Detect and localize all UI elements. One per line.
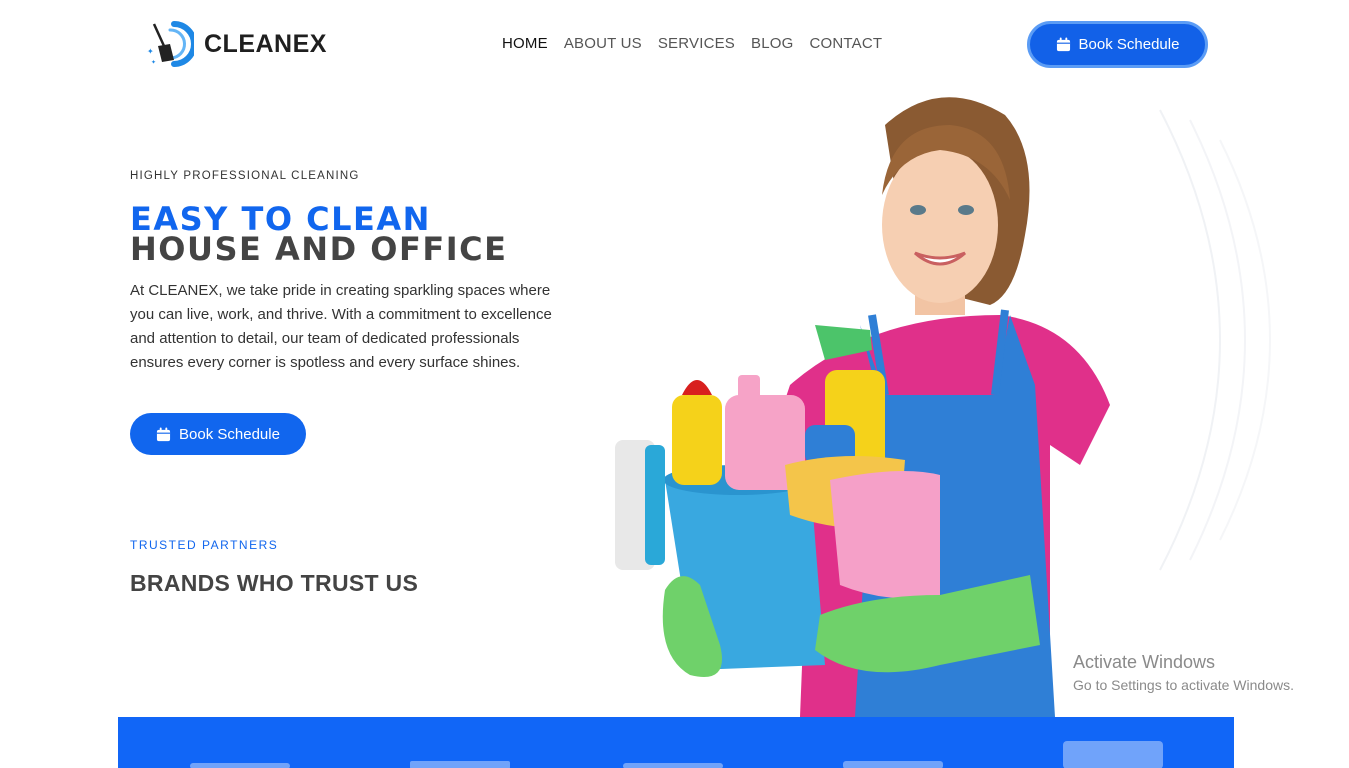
brand-logo-5 xyxy=(1063,741,1163,768)
nav-about-us[interactable]: ABOUT US xyxy=(564,35,642,52)
header-book-schedule-label: Book Schedule xyxy=(1078,36,1180,53)
svg-text:✦: ✦ xyxy=(151,59,156,66)
svg-text:✦: ✦ xyxy=(147,47,154,56)
brand-logo-1 xyxy=(190,763,290,768)
cleaning-woman-image xyxy=(615,97,1110,717)
partners-title: BRANDS WHO TRUST US xyxy=(130,570,419,596)
activate-windows-watermark: Activate Windows Go to Settings to activ… xyxy=(1073,652,1294,693)
nav-services[interactable]: SERVICES xyxy=(658,35,735,52)
calendar-icon xyxy=(1056,37,1071,52)
brand-logos-strip xyxy=(118,717,1234,768)
hero-book-schedule-button[interactable]: Book Schedule xyxy=(130,413,306,455)
brand-logo-4 xyxy=(843,761,943,768)
hero-description: At CLEANEX, we take pride in creating sp… xyxy=(130,282,552,371)
broom-logo-icon: ✦ ✦ xyxy=(147,21,194,67)
site-logo[interactable]: ✦ ✦ CLEANEX xyxy=(144,20,327,68)
partners-eyebrow: TRUSTED PARTNERS xyxy=(130,538,279,552)
logo-wordmark: CLEANEX xyxy=(204,29,327,58)
hero-title-line2: HOUSE AND OFFICE xyxy=(130,230,508,268)
brand-logo-3 xyxy=(623,763,723,768)
calendar-icon xyxy=(156,426,171,442)
hero-eyebrow: HIGHLY PROFESSIONAL CLEANING xyxy=(130,170,360,182)
activate-windows-subtitle: Go to Settings to activate Windows. xyxy=(1073,677,1294,693)
site-header: ✦ ✦ CLEANEX HOME ABOUT US SERVICES BLOG … xyxy=(0,0,1349,88)
header-book-schedule-button[interactable]: Book Schedule xyxy=(1027,21,1208,68)
brand-logo-2 xyxy=(410,761,510,768)
hero-book-schedule-label: Book Schedule xyxy=(179,425,280,443)
nav-home[interactable]: HOME xyxy=(502,35,548,52)
main-nav: HOME ABOUT US SERVICES BLOG CONTACT xyxy=(502,35,882,52)
nav-contact[interactable]: CONTACT xyxy=(810,35,883,52)
nav-blog[interactable]: BLOG xyxy=(751,35,793,52)
activate-windows-title: Activate Windows xyxy=(1073,652,1216,672)
decorative-arcs xyxy=(1159,109,1271,571)
